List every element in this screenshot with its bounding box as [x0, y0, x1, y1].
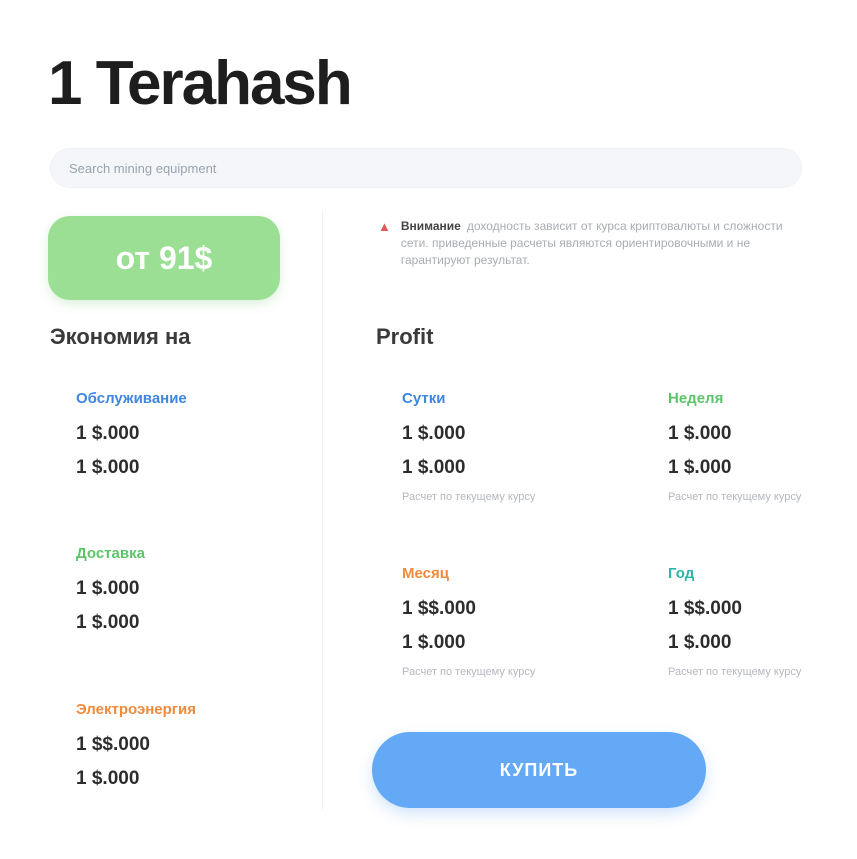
savings-value: 1 $.000 [76, 768, 140, 789]
profit-value: 1 $.000 [402, 423, 466, 444]
profit-note: Расчет по текущему курсу [668, 491, 802, 503]
profit-value: 1 $.000 [668, 632, 732, 653]
search-placeholder: Search mining equipment [69, 160, 217, 176]
savings-heading: Экономия на [50, 324, 191, 349]
page-title: 1 Terahash [48, 49, 353, 118]
profit-note: Расчет по текущему курсу [402, 491, 536, 503]
profit-value: 1 $$.000 [668, 598, 742, 619]
savings-value: 1 $.000 [76, 423, 140, 444]
profit-value: 1 $$.000 [402, 598, 476, 619]
savings-value: 1 $.000 [76, 612, 140, 633]
search-input[interactable]: Search mining equipment [50, 148, 802, 188]
profit-note: Расчет по текущему курсу [402, 666, 536, 678]
warning-title: Внимание [400, 219, 461, 233]
savings-block-service: Обслуживание 1 $.000 1 $.000 [76, 390, 187, 485]
profit-label: Месяц [402, 565, 449, 582]
warning-body: Внимание доходность зависит от курса крип… [401, 218, 788, 269]
profit-label: Неделя [668, 390, 724, 407]
profit-value: 1 $.000 [402, 457, 466, 478]
profit-block-year: Год 1 $$.000 1 $.000 Расчет по текущему … [668, 565, 801, 678]
savings-label: Обслуживание [76, 390, 187, 407]
savings-label: Электроэнергия [76, 701, 197, 718]
profit-label: Год [668, 565, 695, 582]
savings-label: Доставка [76, 545, 145, 562]
savings-block-delivery: Доставка 1 $.000 1 $.000 [76, 545, 145, 640]
warning-icon: ▲ [378, 219, 391, 234]
buy-button[interactable]: КУПИТЬ [372, 732, 706, 808]
profit-block-day: Сутки 1 $.000 1 $.000 Расчет по текущему… [402, 390, 535, 503]
price-button[interactable]: от 91$ [48, 216, 280, 300]
profit-value: 1 $.000 [668, 457, 732, 478]
column-divider [322, 210, 323, 810]
profit-block-week: Неделя 1 $.000 1 $.000 Расчет по текущем… [668, 390, 801, 503]
savings-value: 1 $$.000 [76, 734, 150, 755]
savings-value: 1 $.000 [76, 457, 140, 478]
profit-note: Расчет по текущему курсу [668, 666, 802, 678]
profit-value: 1 $.000 [668, 423, 732, 444]
savings-block-electricity: Электроэнергия 1 $$.000 1 $.000 [76, 701, 196, 796]
warning-notice: ▲ Внимание доходность зависит от курса кр… [378, 218, 788, 269]
profit-value: 1 $.000 [402, 632, 466, 653]
profit-heading: Profit [376, 324, 434, 349]
profit-block-month: Месяц 1 $$.000 1 $.000 Расчет по текущем… [402, 565, 535, 678]
profit-label: Сутки [402, 390, 446, 407]
savings-value: 1 $.000 [76, 578, 140, 599]
